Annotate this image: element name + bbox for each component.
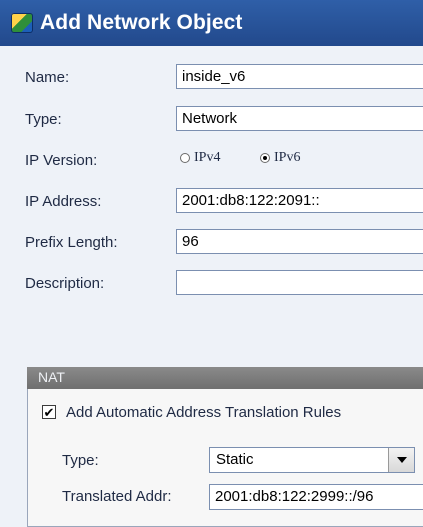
nat-type-label: Type: — [62, 452, 99, 469]
chevron-down-icon — [396, 457, 407, 463]
network-object-icon — [11, 13, 33, 33]
nat-type-select[interactable]: Static — [209, 447, 415, 473]
checkmark-icon: ✔ — [43, 404, 55, 420]
prefix-length-label: Prefix Length: — [25, 234, 118, 251]
ip-address-label: IP Address: — [25, 193, 102, 210]
translated-addr-field[interactable]: 2001:db8:122:2999::/96 — [209, 484, 423, 510]
auto-nat-checkbox[interactable]: ✔ — [42, 405, 56, 419]
ipv6-radio[interactable]: IPv6 — [260, 150, 300, 166]
description-label: Description: — [25, 275, 105, 292]
ipv4-radio-label: IPv4 — [194, 150, 221, 165]
nat-type-value: Static — [216, 451, 254, 468]
ip-version-label: IP Version: — [25, 152, 98, 169]
type-label: Type: — [25, 111, 62, 128]
ipv6-radio-dot[interactable] — [260, 153, 270, 163]
translated-addr-label: Translated Addr: — [62, 488, 172, 505]
dropdown-button[interactable] — [388, 448, 414, 472]
nat-panel-title: NAT — [38, 369, 65, 385]
auto-nat-checkbox-label[interactable]: Add Automatic Address Translation Rules — [66, 404, 341, 421]
nat-panel-header — [27, 367, 423, 389]
ipv6-radio-label: IPv6 — [274, 150, 301, 165]
type-field[interactable]: Network — [176, 106, 423, 131]
ipv4-radio[interactable]: IPv4 — [180, 150, 220, 166]
ip-address-field[interactable]: 2001:db8:122:2091:: — [176, 188, 423, 213]
prefix-length-field[interactable]: 96 — [176, 229, 423, 254]
ipv4-radio-dot[interactable] — [180, 153, 190, 163]
name-label: Name: — [25, 69, 70, 86]
description-field[interactable] — [176, 270, 423, 295]
dialog-titlebar: Add Network Object — [0, 0, 423, 46]
name-field[interactable]: inside_v6 — [176, 64, 423, 89]
dialog-title: Add Network Object — [40, 11, 243, 34]
